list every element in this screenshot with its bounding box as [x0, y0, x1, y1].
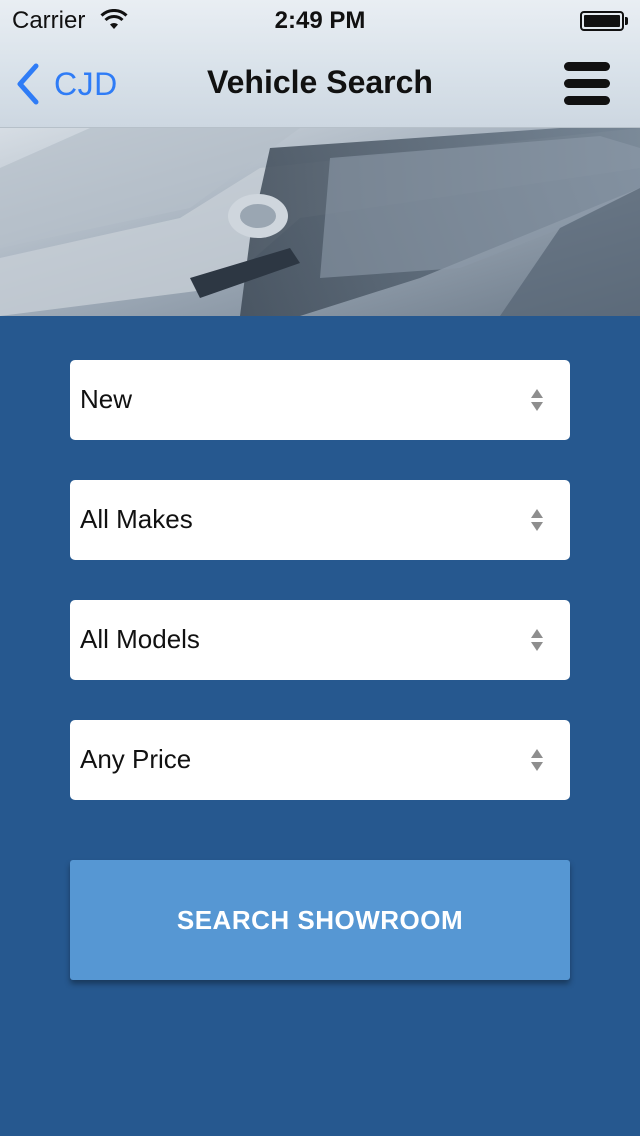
- battery-icon: [580, 11, 628, 31]
- hamburger-menu-icon[interactable]: [564, 62, 610, 106]
- vehicle-search-screen: Carrier 2:49 PM CJD Vehicle Search New A…: [0, 0, 640, 1136]
- make-select-value: All Makes: [80, 504, 193, 534]
- search-showroom-button[interactable]: SEARCH SHOWROOM: [70, 860, 570, 980]
- updown-arrows-icon: [531, 509, 543, 531]
- updown-arrows-icon: [531, 749, 543, 771]
- updown-arrows-icon: [531, 629, 543, 651]
- model-select[interactable]: All Models: [70, 600, 570, 680]
- condition-select-value: New: [80, 384, 133, 414]
- make-select[interactable]: All Makes: [70, 480, 570, 560]
- status-bar: Carrier 2:49 PM: [0, 0, 640, 40]
- status-time: 2:49 PM: [274, 7, 366, 34]
- hero-car-image: [0, 128, 640, 316]
- price-select-value: Any Price: [80, 744, 192, 774]
- navigation-bar: CJD Vehicle Search: [0, 40, 640, 128]
- header: Carrier 2:49 PM CJD Vehicle Search: [0, 0, 640, 128]
- model-select-value: All Models: [80, 624, 200, 654]
- search-form: New All Makes All Models Any Price: [70, 360, 570, 840]
- page-title: Vehicle Search: [207, 64, 433, 100]
- search-showroom-button-label: SEARCH SHOWROOM: [176, 904, 464, 935]
- car-illustration: [0, 128, 640, 316]
- updown-arrows-icon: [531, 389, 543, 411]
- price-select[interactable]: Any Price: [70, 720, 570, 800]
- condition-select[interactable]: New: [70, 360, 570, 440]
